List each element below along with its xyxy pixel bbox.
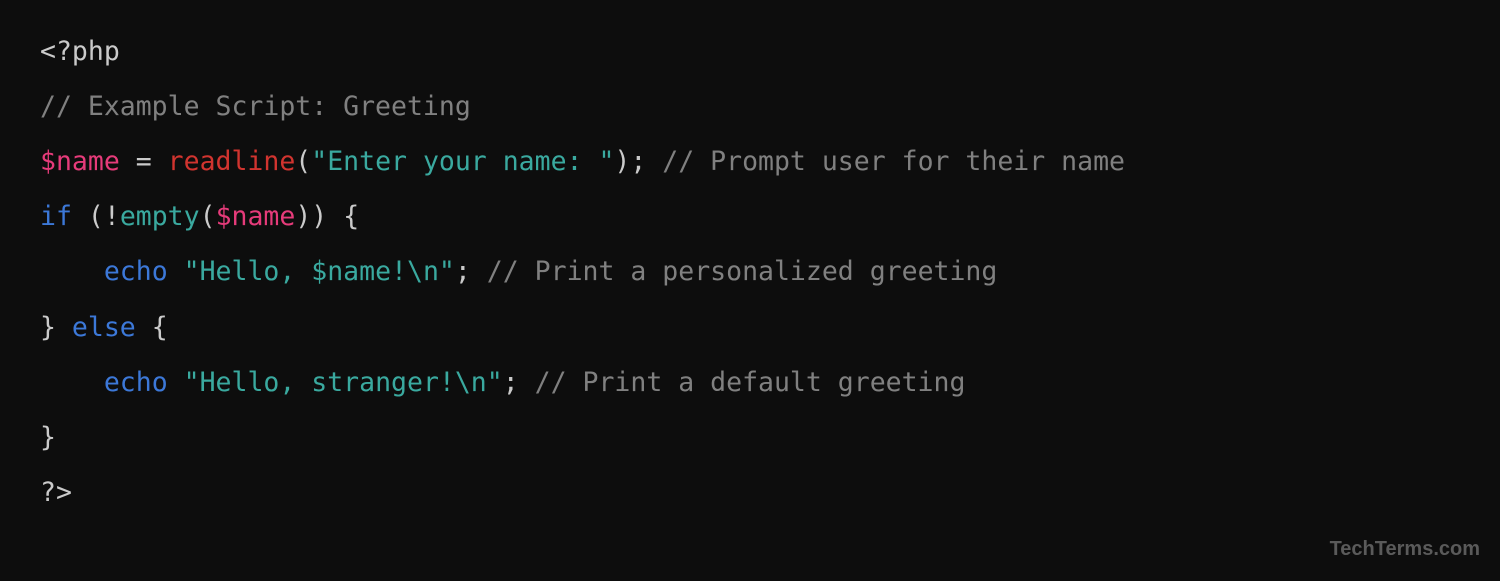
space <box>168 256 184 287</box>
assign-op: = <box>120 146 168 177</box>
indent <box>40 367 104 398</box>
brace-close: } <box>40 422 56 453</box>
semicolon: ; <box>455 256 471 287</box>
paren-brace: )) { <box>295 201 359 232</box>
watermark: TechTerms.com <box>1330 529 1480 571</box>
space <box>72 201 88 232</box>
kw-echo: echo <box>104 256 168 287</box>
paren-close-semi: ); <box>614 146 646 177</box>
string-hello-name: "Hello, $name!\n" <box>184 256 455 287</box>
php-close-tag: ?> <box>40 477 72 508</box>
comment-default: // Print a default greeting <box>535 367 966 398</box>
paren-open: ( <box>295 146 311 177</box>
brace-open: { <box>136 312 168 343</box>
paren-open: ( <box>200 201 216 232</box>
punct-neg-paren: (! <box>88 201 120 232</box>
indent <box>40 256 104 287</box>
space <box>168 367 184 398</box>
semicolon: ; <box>503 367 519 398</box>
php-open-tag: <?php <box>40 36 120 67</box>
comment-personalized: // Print a personalized greeting <box>487 256 998 287</box>
kw-if: if <box>40 201 72 232</box>
kw-echo: echo <box>104 367 168 398</box>
space <box>471 256 487 287</box>
brace-close: } <box>40 312 72 343</box>
fn-empty: empty <box>120 201 200 232</box>
space <box>519 367 535 398</box>
string-prompt: "Enter your name: " <box>311 146 614 177</box>
fn-readline: readline <box>168 146 296 177</box>
comment-header: // Example Script: Greeting <box>40 91 471 122</box>
variable-name: $name <box>216 201 296 232</box>
comment-prompt: // Prompt user for their name <box>662 146 1125 177</box>
code-block: <?php // Example Script: Greeting $name … <box>40 24 1460 520</box>
space <box>646 146 662 177</box>
string-hello-stranger: "Hello, stranger!\n" <box>184 367 503 398</box>
kw-else: else <box>72 312 136 343</box>
variable-name: $name <box>40 146 120 177</box>
